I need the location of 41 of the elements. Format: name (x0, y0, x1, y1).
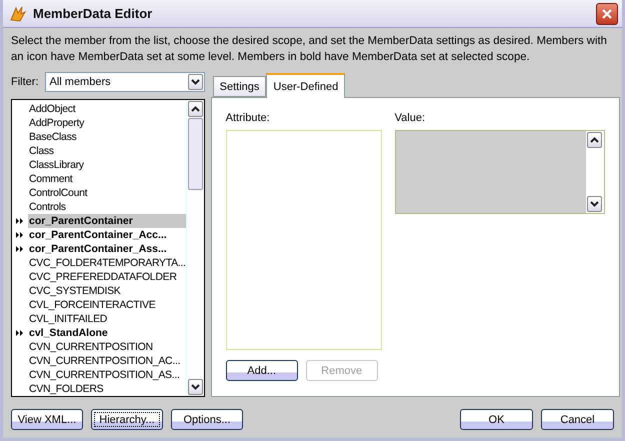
footer-button[interactable]: View XML... (11, 409, 83, 430)
member-item[interactable]: ControlCount (28, 186, 186, 200)
member-item[interactable]: AddObject (28, 102, 186, 116)
app-icon (9, 4, 27, 22)
member-item[interactable]: ClassLibrary (28, 158, 186, 172)
filter-dropdown[interactable]: All members (44, 72, 205, 92)
member-item[interactable]: cor_ParentContainer_Ass... (28, 242, 186, 256)
member-item[interactable]: AddProperty (28, 116, 186, 130)
scroll-up-button[interactable] (188, 101, 203, 117)
footer-button[interactable]: Hierarchy... (91, 409, 163, 430)
member-item[interactable]: CVL_FORCEINTERACTIVE (28, 298, 186, 312)
window-title: MemberData Editor (33, 6, 154, 21)
member-item[interactable]: cvl_StandAlone (28, 326, 186, 340)
tab[interactable]: Settings (212, 76, 266, 97)
attribute-label: Attribute: (226, 112, 271, 124)
value-label: Value: (394, 112, 426, 124)
member-item[interactable]: CVC_FOLDER4TEMPORARYTA... (28, 256, 186, 270)
member-item[interactable]: CVN_CURRENTPOSITION (28, 340, 186, 354)
member-item[interactable]: CVC_SYSTEMDISK (28, 284, 186, 298)
footer-button[interactable]: OK (460, 409, 533, 430)
scroll-down-button[interactable] (188, 379, 203, 395)
footer-button[interactable]: Cancel (541, 409, 614, 430)
instructions-text: Select the member from the list, choose the desired scope, and set the MemberData settings as desired. Members with an icon have MemberData set at some level. Members in bold have MemberData set at selected scope. (11, 34, 608, 65)
member-item[interactable]: cor_ParentContainer (28, 214, 186, 228)
member-item[interactable]: CVN_CURRENTPOSITION_AC... (28, 354, 186, 368)
panel-button[interactable]: Add... (226, 360, 298, 381)
scroll-thumb[interactable] (188, 118, 203, 190)
footer-button[interactable]: Options... (171, 409, 243, 430)
member-item[interactable]: CVC_PREFEREDDATAFOLDER (28, 270, 186, 284)
member-item[interactable]: Class (28, 144, 186, 158)
member-item[interactable]: Controls (28, 200, 186, 214)
close-icon (601, 8, 613, 20)
member-item[interactable]: CVN_FOLDERS (28, 382, 186, 396)
tab[interactable]: User-Defined (266, 73, 346, 98)
close-button[interactable] (596, 2, 618, 24)
member-item[interactable]: CVL_INITFAILED (28, 312, 186, 326)
filter-label: Filter: (11, 76, 38, 88)
member-item[interactable]: cor_ParentContainer_Acc... (28, 228, 186, 242)
member-item[interactable]: Comment (28, 172, 186, 186)
member-item[interactable]: BaseClass (28, 130, 186, 144)
member-item[interactable]: CVN_CURRENTPOSITION_AS... (28, 368, 186, 382)
